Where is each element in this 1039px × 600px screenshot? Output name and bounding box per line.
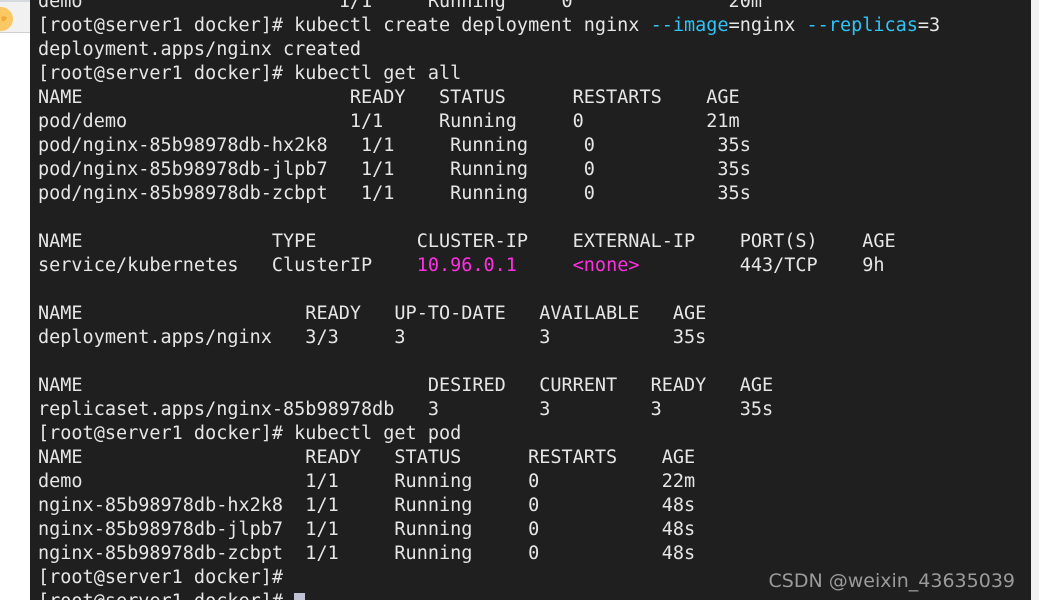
terminal-line-command-get-all: [root@server1 docker]# kubectl get all	[38, 63, 462, 84]
table-row: nginx-85b98978db-jlpb7 1/1 Running 0 48s	[38, 519, 696, 540]
table-header-services: NAME TYPE CLUSTER-IP EXTERNAL-IP PORT(S)…	[38, 231, 896, 252]
table-header-pods-2: NAME READY STATUS RESTARTS AGE	[38, 447, 696, 468]
text-cursor	[294, 593, 306, 600]
browser-chrome-left-strip	[0, 0, 30, 600]
service-name-type: service/kubernetes ClusterIP	[38, 255, 417, 276]
browser-chrome-right-strip	[1031, 0, 1039, 600]
browser-page-left-margin	[0, 33, 30, 600]
terminal-line-command-create: [root@server1 docker]# kubectl create de…	[38, 14, 1031, 38]
table-row: pod/nginx-85b98978db-zcbpt 1/1 Running 0…	[38, 183, 751, 204]
terminal-window[interactable]: demo 1/1 Running 0 20m [root@server1 doc…	[30, 0, 1031, 600]
table-row: demo 1/1 Running 0 22m	[38, 471, 696, 492]
terminal-line-command-get-pod: [root@server1 docker]# kubectl get pod	[38, 423, 462, 444]
external-ip-value: <none>	[572, 255, 640, 276]
flag-replicas-value: =3	[917, 15, 941, 36]
terminal-output: demo 1/1 Running 0 20m [root@server1 doc…	[38, 0, 1031, 600]
prompt-text: [root@server1 docker]#	[38, 591, 294, 600]
terminal-line-clipped-top: demo 1/1 Running 0 20m	[38, 0, 762, 12]
flag-image-value: =nginx	[728, 15, 807, 36]
prompt-text: [root@server1 docker]# kubectl create de…	[38, 15, 651, 36]
service-ports-age: 443/TCP 9h	[639, 255, 885, 276]
flag-replicas: --replicas	[806, 15, 918, 36]
watermark-text: CSDN @weixin_43635039	[768, 570, 1016, 592]
table-header-pods: NAME READY STATUS RESTARTS AGE	[38, 87, 740, 108]
flag-image: --image	[650, 15, 729, 36]
browser-tab-strip[interactable]	[0, 0, 30, 33]
table-row: replicaset.apps/nginx-85b98978db 3 3 3 3…	[38, 399, 774, 420]
table-row: pod/nginx-85b98978db-hx2k8 1/1 Running 0…	[38, 135, 751, 156]
cluster-ip-value: 10.96.0.1	[416, 255, 517, 276]
table-row: deployment.apps/nginx 3/3 3 3 35s	[38, 327, 707, 348]
table-row: service/kubernetes ClusterIP 10.96.0.1 <…	[38, 254, 1031, 278]
table-row: nginx-85b98978db-hx2k8 1/1 Running 0 48s	[38, 495, 696, 516]
terminal-line-deployment-created: deployment.apps/nginx created	[38, 39, 362, 60]
table-header-replicasets: NAME DESIRED CURRENT READY AGE	[38, 375, 774, 396]
table-row: nginx-85b98978db-zcbpt 1/1 Running 0 48s	[38, 543, 696, 564]
table-row: pod/nginx-85b98978db-jlpb7 1/1 Running 0…	[38, 159, 751, 180]
table-row: pod/demo 1/1 Running 0 21m	[38, 111, 740, 132]
table-header-deployments: NAME READY UP-TO-DATE AVAILABLE AGE	[38, 303, 707, 324]
screenshot-root: demo 1/1 Running 0 20m [root@server1 doc…	[0, 0, 1039, 600]
globe-icon	[0, 7, 13, 31]
